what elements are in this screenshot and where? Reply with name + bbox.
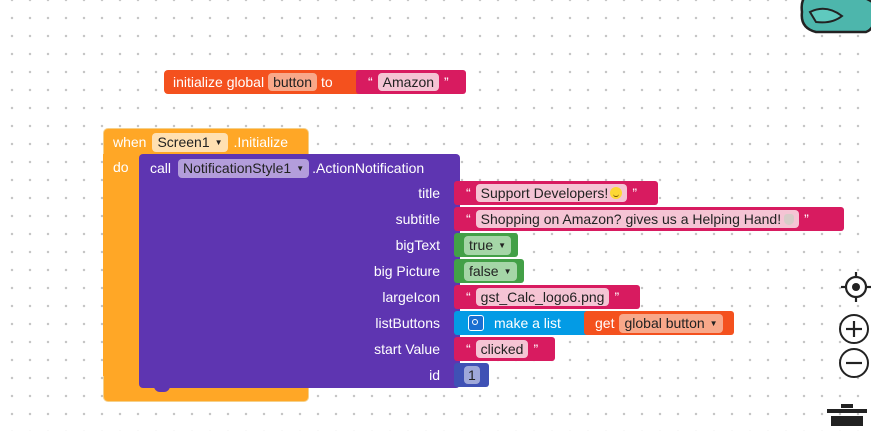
param-label-title: title bbox=[418, 185, 440, 201]
boolean-dropdown-false[interactable]: false ▼ bbox=[464, 261, 517, 281]
initialize-global-label: initialize global bbox=[173, 74, 265, 90]
param-label-bigtext: bigText bbox=[395, 237, 440, 253]
recenter-icon[interactable] bbox=[840, 271, 871, 303]
text-field-title[interactable]: Support Developers! bbox=[475, 184, 628, 202]
dropdown-arrow-icon: ▼ bbox=[503, 266, 512, 276]
component-dropdown[interactable]: NotificationStyle1 ▼ bbox=[178, 158, 310, 178]
make-a-list-block[interactable]: make a list bbox=[454, 311, 590, 335]
text-field-startvalue[interactable]: clicked bbox=[475, 340, 529, 358]
mutator-gear-icon[interactable] bbox=[468, 315, 484, 331]
when-label: when bbox=[113, 134, 147, 150]
text-block-subtitle[interactable]: “ Shopping on Amazon? gives us a Helping… bbox=[454, 207, 844, 231]
trash-icon[interactable] bbox=[826, 404, 868, 426]
param-label-largeicon: largeIcon bbox=[382, 289, 440, 305]
text-block-title[interactable]: “ Support Developers! ” bbox=[454, 181, 658, 205]
number-field[interactable]: 1 bbox=[464, 366, 480, 384]
param-label-startvalue: start Value bbox=[374, 341, 440, 357]
text-field-subtitle[interactable]: Shopping on Amazon? gives us a Helping H… bbox=[475, 210, 800, 228]
dropdown-arrow-icon: ▼ bbox=[214, 137, 223, 147]
dropdown-arrow-icon: ▼ bbox=[709, 318, 718, 328]
zoom-in-icon[interactable] bbox=[838, 313, 870, 345]
backpack-icon[interactable] bbox=[796, 0, 871, 38]
param-label-bigpicture: big Picture bbox=[373, 263, 440, 279]
dropdown-arrow-icon: ▼ bbox=[296, 163, 305, 173]
text-block-startvalue[interactable]: “ clicked ” bbox=[454, 337, 555, 361]
get-global-variable-block[interactable]: get global button ▼ bbox=[584, 311, 734, 335]
helping-hand-emoji-icon bbox=[784, 214, 795, 225]
do-label: do bbox=[113, 159, 129, 175]
zoom-out-icon[interactable] bbox=[838, 347, 870, 379]
global-variable-name-field[interactable]: button bbox=[268, 73, 317, 91]
to-label: to bbox=[321, 74, 333, 90]
initialize-global-block[interactable]: initialize global button to bbox=[164, 70, 362, 94]
param-label-subtitle: subtitle bbox=[395, 211, 440, 227]
text-block-largeicon[interactable]: “ gst_Calc_logo6.png ” bbox=[454, 285, 640, 309]
logic-block-false[interactable]: false ▼ bbox=[454, 259, 524, 283]
method-label: .ActionNotification bbox=[312, 160, 425, 176]
get-label: get bbox=[595, 315, 615, 331]
math-number-block[interactable]: 1 bbox=[454, 363, 489, 387]
text-field-largeicon[interactable]: gst_Calc_logo6.png bbox=[475, 288, 610, 306]
logic-block-true[interactable]: true ▼ bbox=[454, 233, 518, 257]
param-label-id: id bbox=[429, 367, 440, 383]
smiley-emoji-icon bbox=[610, 187, 623, 199]
param-label-listbuttons: listButtons bbox=[375, 315, 440, 331]
text-block-amazon[interactable]: “ Amazon ” bbox=[356, 70, 466, 94]
text-field-amazon[interactable]: Amazon bbox=[377, 73, 440, 91]
call-label: call bbox=[150, 160, 172, 176]
boolean-dropdown-true[interactable]: true ▼ bbox=[464, 235, 512, 255]
make-a-list-label: make a list bbox=[494, 315, 561, 331]
variable-dropdown[interactable]: global button ▼ bbox=[619, 313, 723, 333]
screen1-dropdown[interactable]: Screen1 ▼ bbox=[152, 132, 228, 152]
event-name-label: .Initialize bbox=[233, 134, 289, 150]
dropdown-arrow-icon: ▼ bbox=[498, 240, 507, 250]
